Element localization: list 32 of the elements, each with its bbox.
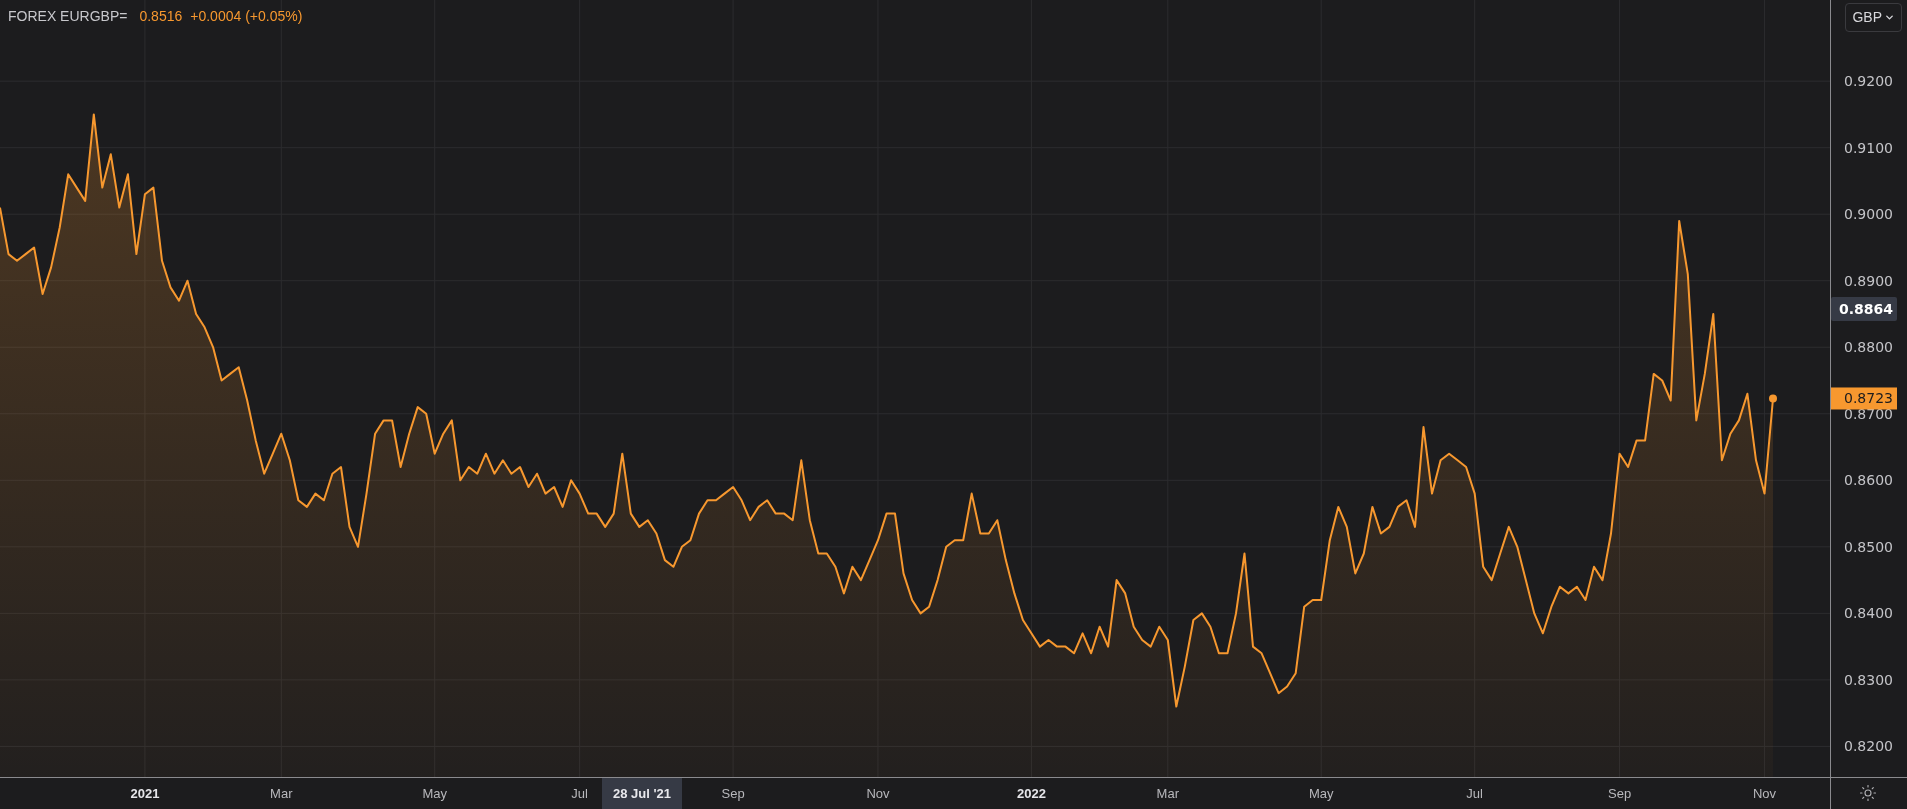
- x-axis-label: Nov: [866, 786, 890, 801]
- price-value: 0.8516: [139, 7, 183, 26]
- x-axis-label: Sep: [721, 786, 745, 801]
- crosshair-price-label: 0.8864: [1831, 297, 1897, 321]
- y-axis-label: 0.9100: [1844, 139, 1893, 156]
- y-axis-label: 0.8200: [1844, 738, 1893, 755]
- crosshair-date-label: 28 Jul '21: [602, 778, 682, 809]
- x-axis-label: May: [422, 786, 447, 801]
- currency-dropdown[interactable]: GBP: [1845, 3, 1902, 32]
- y-axis-label: 0.8500: [1844, 538, 1893, 555]
- price-change: +0.0004 (+0.05%): [190, 7, 303, 26]
- y-axis-label: 0.8600: [1844, 472, 1893, 489]
- x-axis-label: Nov: [1752, 786, 1777, 801]
- x-axis-label: Mar: [1156, 786, 1179, 801]
- y-axis-label: 0.8800: [1844, 339, 1893, 356]
- y-axis-label: 0.8300: [1844, 671, 1893, 688]
- x-axis-label: Mar: [270, 786, 293, 801]
- x-axis-label: Jul: [1466, 786, 1483, 801]
- x-axis-label: 2021: [130, 786, 160, 801]
- last-point-marker: [1769, 394, 1777, 403]
- y-axis-label: 0.8900: [1844, 272, 1893, 289]
- x-axis-label: May: [1308, 786, 1334, 801]
- x-axis-label: 2022: [1016, 786, 1046, 801]
- x-axis-label: Sep: [1608, 786, 1632, 801]
- y-axis-label: 0.9200: [1844, 73, 1893, 90]
- y-axis-label: 0.8400: [1844, 605, 1893, 622]
- symbol-label: FOREX EURGBP=: [8, 7, 128, 26]
- y-axis-label: 0.9000: [1844, 206, 1893, 223]
- x-axis-label: Jul: [571, 786, 588, 801]
- chevron-down-icon: [1884, 12, 1895, 23]
- last-price-label: 0.8723: [1831, 387, 1897, 410]
- sun-icon[interactable]: [1859, 784, 1877, 802]
